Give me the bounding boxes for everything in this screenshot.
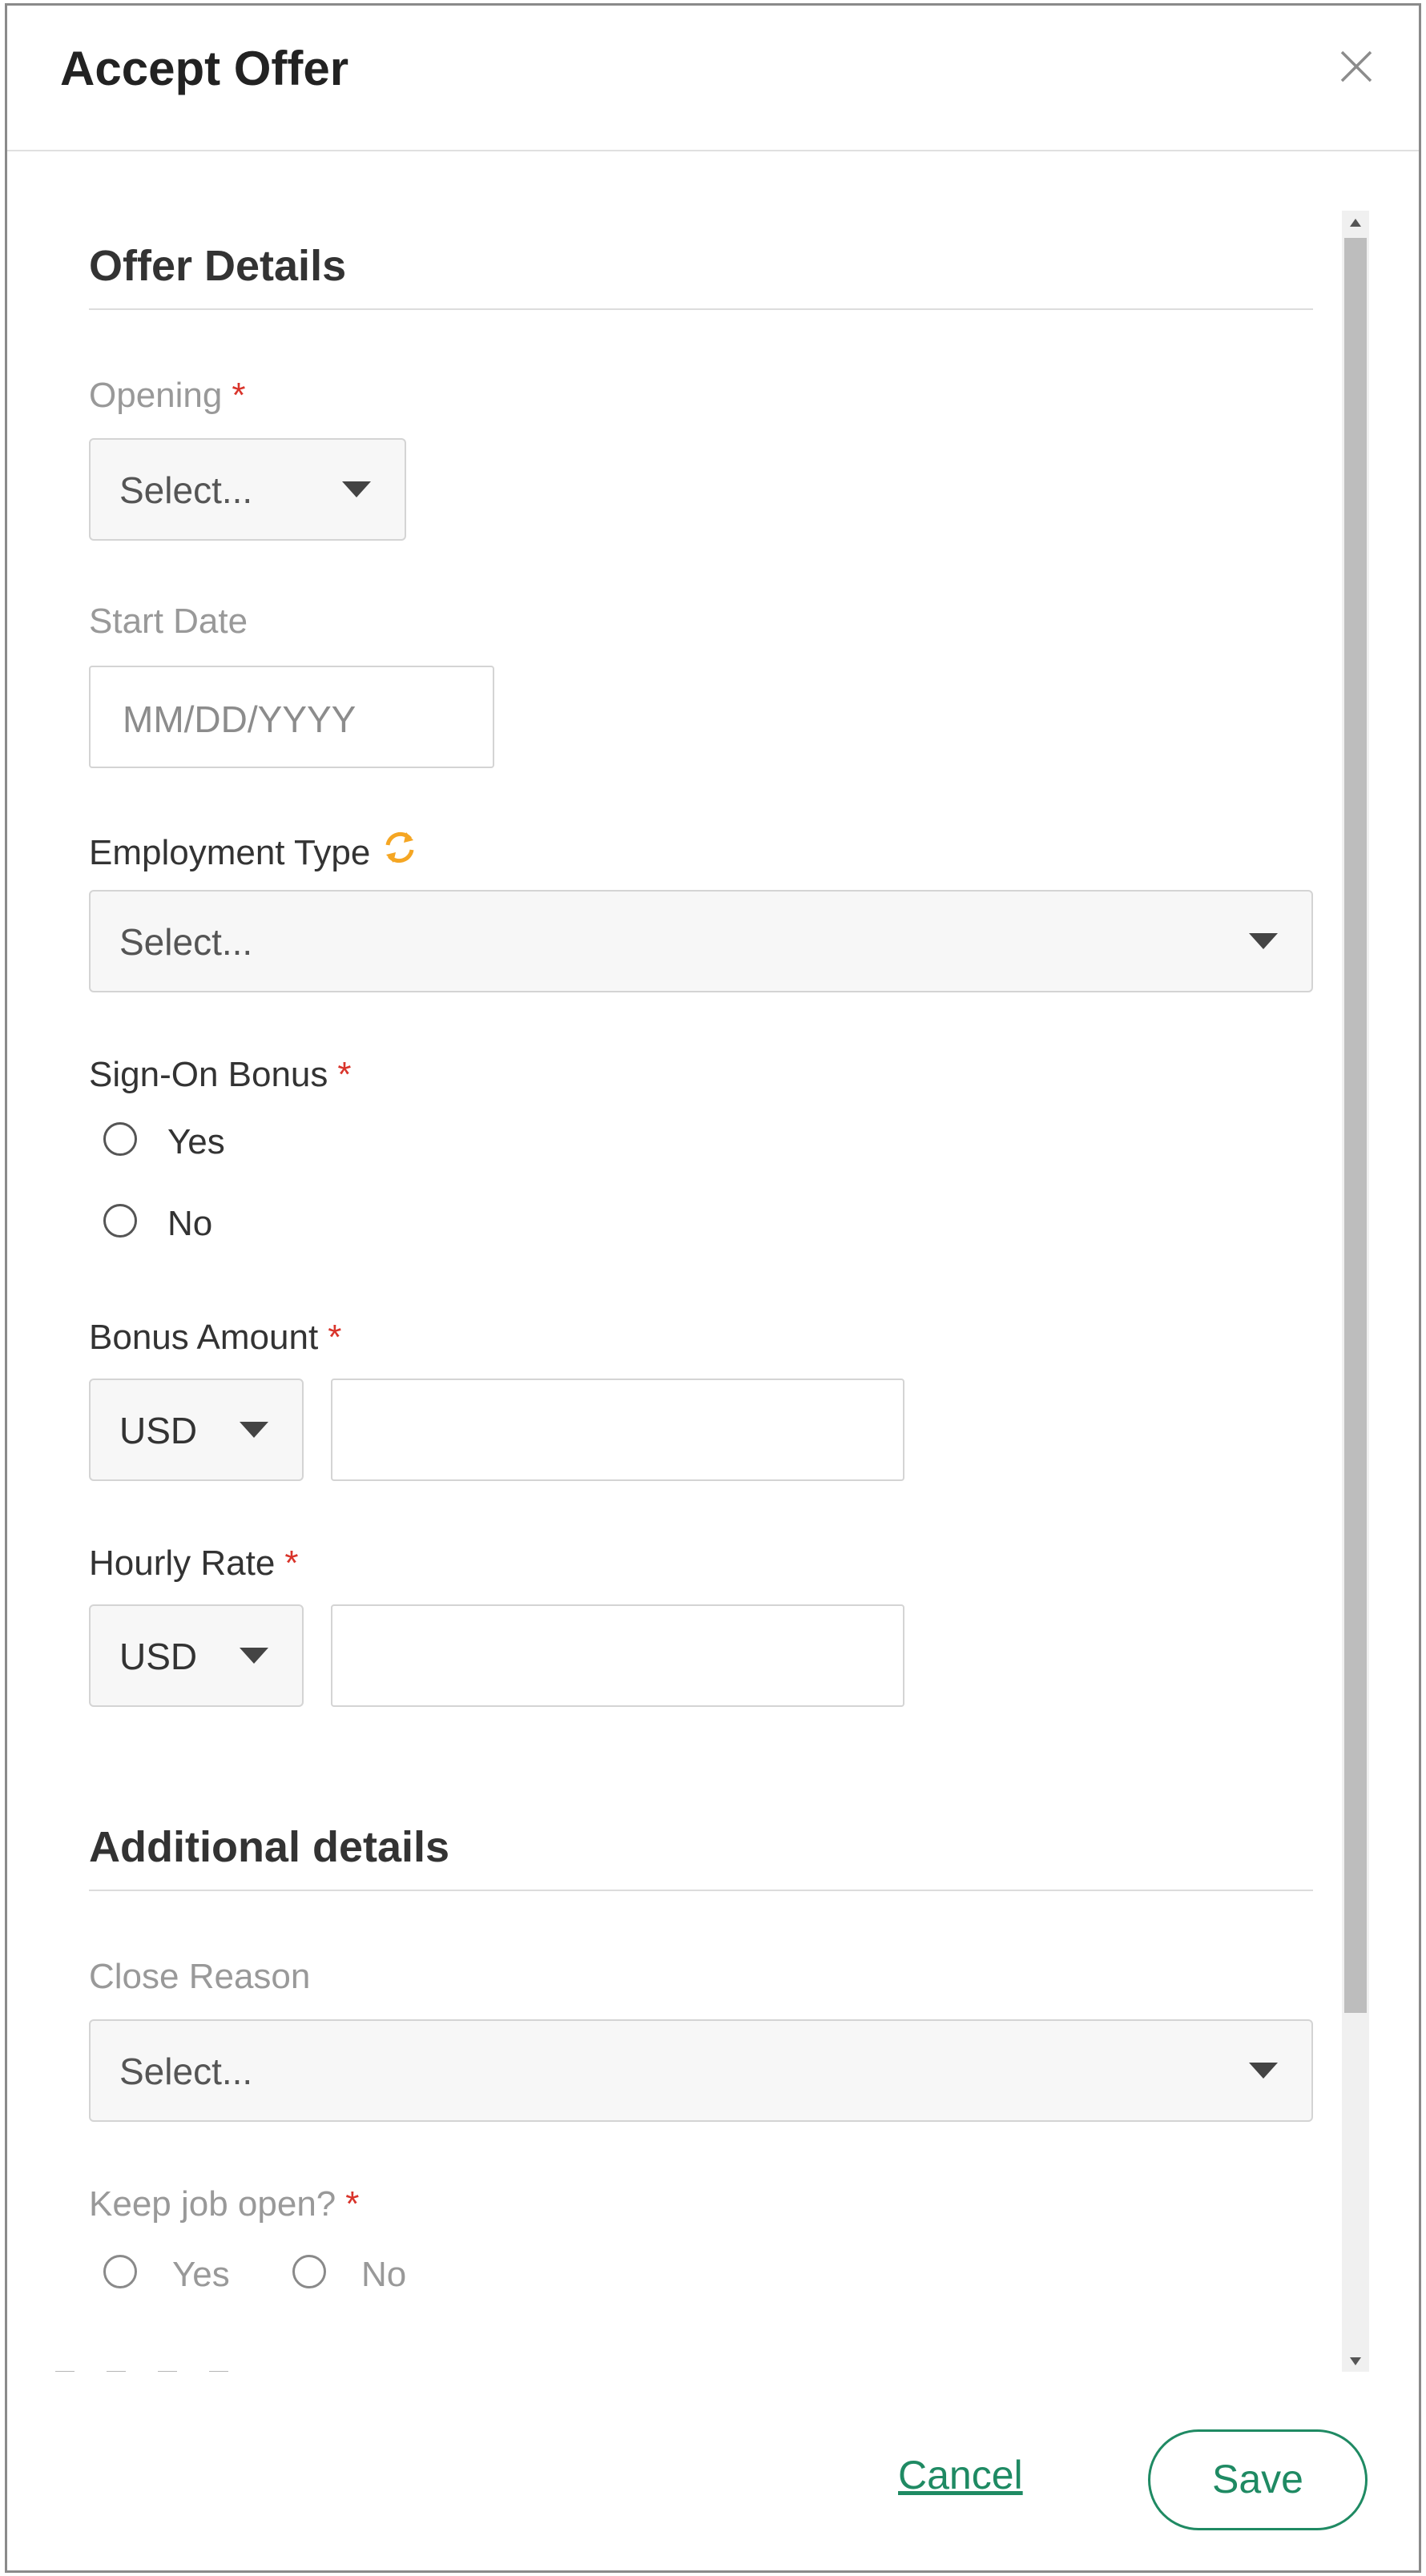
hourly-currency-value: USD <box>119 1636 198 1677</box>
start-date-placeholder: MM/DD/YYYY <box>123 698 356 740</box>
required-marker: * <box>232 376 246 415</box>
modal-header: Accept Offer <box>7 6 1419 151</box>
close-reason-select-value: Select... <box>119 2051 253 2092</box>
start-date-input[interactable]: MM/DD/YYYY <box>89 666 494 768</box>
sign-on-bonus-yes-option[interactable]: Yes <box>89 1122 409 1170</box>
modal-footer: Cancel Save <box>7 2373 1419 2570</box>
section-divider <box>89 308 1313 310</box>
scrollbar-thumb[interactable] <box>1344 238 1367 2013</box>
required-marker: * <box>284 1544 299 1583</box>
close-reason-label: Close Reason <box>89 1957 311 1996</box>
sign-on-bonus-no-radio[interactable] <box>103 1204 137 1238</box>
opening-select-value: Select... <box>119 469 253 511</box>
hourly-currency-select[interactable]: USD <box>89 1604 304 1707</box>
sign-on-bonus-no-label: No <box>167 1204 213 1243</box>
chevron-down-icon <box>1247 930 1279 952</box>
section-title-additional-details: Additional details <box>89 1823 450 1871</box>
sign-on-bonus-yes-radio[interactable] <box>103 1122 137 1156</box>
keep-job-open-yes-radio[interactable] <box>103 2255 137 2288</box>
bonus-currency-select[interactable]: USD <box>89 1379 304 1481</box>
keep-job-open-no-label: No <box>361 2255 407 2294</box>
sign-on-bonus-yes-label: Yes <box>167 1122 225 1161</box>
sign-on-bonus-no-option[interactable]: No <box>89 1204 409 1252</box>
accept-offer-modal: Accept Offer Offer Details Opening * Sele… <box>5 3 1421 2573</box>
close-reason-select[interactable]: Select... <box>89 2019 1313 2122</box>
keep-job-open-yes-option[interactable]: Yes <box>89 2255 265 2303</box>
bonus-amount-label: Bonus Amount * <box>89 1318 342 1357</box>
opening-select[interactable]: Select... <box>89 438 406 541</box>
keep-job-open-label: Keep job open? * <box>89 2184 360 2224</box>
required-marker: * <box>337 1055 352 1094</box>
close-icon[interactable] <box>1337 47 1376 86</box>
modal-body[interactable]: Offer Details Opening * Select... Start D… <box>7 153 1419 2372</box>
save-button-label: Save <box>1212 2457 1303 2502</box>
opening-label: Opening * <box>89 376 246 415</box>
bonus-amount-input[interactable] <box>331 1379 904 1481</box>
bonus-currency-value: USD <box>119 1410 198 1451</box>
hourly-rate-label: Hourly Rate * <box>89 1544 299 1583</box>
sync-icon[interactable] <box>380 827 420 867</box>
employment-type-select[interactable]: Select... <box>89 890 1313 992</box>
sign-on-bonus-label: Sign-On Bonus * <box>89 1055 352 1094</box>
keep-job-open-yes-label: Yes <box>172 2255 230 2294</box>
scrollbar[interactable] <box>1342 211 1369 2372</box>
hourly-rate-input[interactable] <box>331 1604 904 1707</box>
employment-type-label: Employment Type <box>89 827 420 873</box>
keep-job-open-no-option[interactable]: No <box>278 2255 438 2303</box>
scroll-down-arrow-icon[interactable] <box>1342 2349 1369 2372</box>
modal-title: Accept Offer <box>60 42 349 95</box>
save-button[interactable]: Save <box>1148 2429 1368 2530</box>
chevron-down-icon <box>238 1419 270 1441</box>
chevron-down-icon <box>238 1644 270 1667</box>
required-marker: * <box>328 1318 342 1357</box>
keep-job-open-no-radio[interactable] <box>292 2255 326 2288</box>
required-marker: * <box>345 2184 360 2224</box>
clipped-next-field <box>55 2367 328 2372</box>
employment-type-select-value: Select... <box>119 921 253 963</box>
section-divider <box>89 1890 1313 1891</box>
cancel-link[interactable]: Cancel <box>898 2452 1023 2498</box>
start-date-label: Start Date <box>89 602 248 641</box>
chevron-down-icon <box>1247 2059 1279 2082</box>
section-title-offer-details: Offer Details <box>89 242 347 290</box>
chevron-down-icon <box>340 478 373 501</box>
scroll-up-arrow-icon[interactable] <box>1342 211 1369 235</box>
